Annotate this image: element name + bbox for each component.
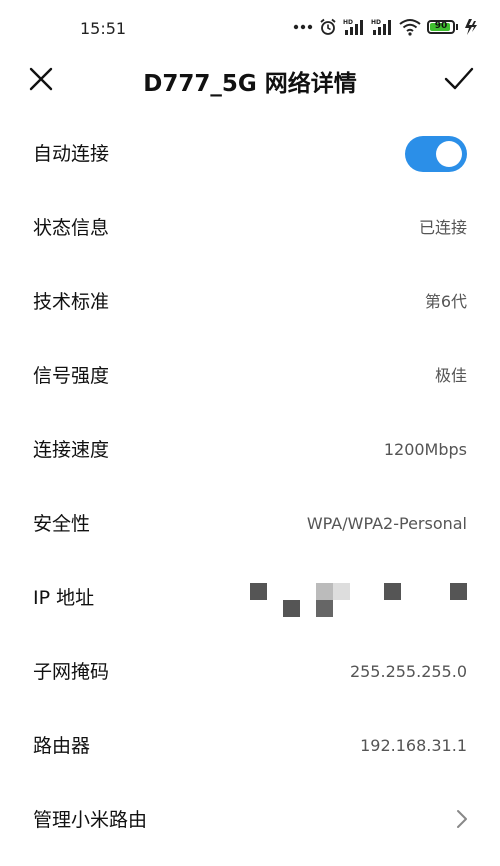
standard-label: 技术标准 xyxy=(33,291,110,313)
auto-connect-label: 自动连接 xyxy=(33,143,110,165)
alarm-icon xyxy=(319,18,337,36)
battery-icon: 90 xyxy=(427,20,458,34)
confirm-button[interactable] xyxy=(444,66,474,92)
security-value: WPA/WPA2-Personal xyxy=(306,514,467,533)
standard-value: 第6代 xyxy=(424,292,467,311)
status-label: 状态信息 xyxy=(33,217,110,239)
network-badge: HD xyxy=(371,19,381,26)
row-ip-address: IP 地址 xyxy=(0,561,500,635)
status-value: 已连接 xyxy=(418,218,467,237)
charging-icon xyxy=(464,19,478,35)
security-label: 安全性 xyxy=(33,513,91,535)
subnet-mask-label: 子网掩码 xyxy=(33,661,110,683)
status-bar: 15:51 HD HD 90 xyxy=(0,0,500,56)
row-router: 路由器 192.168.31.1 xyxy=(0,709,500,783)
speed-value: 1200Mbps xyxy=(383,440,467,459)
status-time: 15:51 xyxy=(80,19,127,38)
ip-address-label: IP 地址 xyxy=(33,587,95,609)
row-subnet-mask: 子网掩码 255.255.255.0 xyxy=(0,635,500,709)
router-value: 192.168.31.1 xyxy=(360,736,467,755)
network-badge: HD xyxy=(343,19,353,26)
signal-hd-icon: HD xyxy=(343,18,365,36)
signal-hd-icon: HD xyxy=(371,18,393,36)
speed-label: 连接速度 xyxy=(33,439,110,461)
router-label: 路由器 xyxy=(33,735,91,757)
row-standard: 技术标准 第6代 xyxy=(0,265,500,339)
row-security: 安全性 WPA/WPA2-Personal xyxy=(0,487,500,561)
row-status: 状态信息 已连接 xyxy=(0,191,500,265)
manage-router-label: 管理小米路由 xyxy=(33,809,148,831)
auto-connect-toggle[interactable] xyxy=(405,136,467,172)
status-icons: HD HD 90 xyxy=(293,18,478,36)
signal-label: 信号强度 xyxy=(33,365,110,387)
subnet-mask-value: 255.255.255.0 xyxy=(349,662,467,681)
battery-level: 90 xyxy=(434,21,448,31)
wifi-icon xyxy=(399,18,421,36)
row-auto-connect: 自动连接 xyxy=(0,117,500,191)
row-signal: 信号强度 极佳 xyxy=(0,339,500,413)
row-speed: 连接速度 1200Mbps xyxy=(0,413,500,487)
page-title: D777_5G 网络详情 xyxy=(143,71,357,97)
toggle-knob xyxy=(436,141,462,167)
chevron-right-icon xyxy=(454,808,470,830)
signal-value: 极佳 xyxy=(434,366,467,385)
check-icon xyxy=(444,67,474,90)
more-dots-icon xyxy=(293,23,313,31)
header-bar: D777_5G 网络详情 xyxy=(0,56,500,106)
row-manage-router[interactable]: 管理小米路由 xyxy=(0,783,500,857)
